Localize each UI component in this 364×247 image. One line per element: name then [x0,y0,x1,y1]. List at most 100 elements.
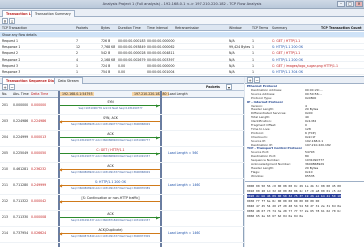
sequence-arrow[interactable] [60,169,160,170]
table-cell: Response 3 [2,69,21,74]
hex-row: 0020 dc b6 d6 09 00 50 3d 75 3f 19 d6 a1… [247,194,341,198]
sequence-arrow[interactable] [60,137,160,138]
row-divider [0,114,244,115]
hex-row: 0050 48 6f 73 74 3a 20 77 77 77 2e 65 78… [247,209,341,213]
table-cell: C: GET / HTTP/1.1 [272,38,301,43]
tab-transaction-summary[interactable]: Transaction Summary [31,10,75,17]
abs-time: 0.711280 [13,183,29,187]
arrow-detail: Seq=3600868929 Ack=1031091337 Next Seq=3… [71,171,150,174]
table-cell: 00:00:00.004811 [147,51,175,56]
table-row[interactable]: Request 1 7 726 B 00:00:00.000183 00:00:00.0… [0,38,364,44]
row-divider [0,194,244,195]
arrow-head-icon: ▶ [156,102,160,108]
decode-toolbar: + − [245,77,364,84]
tree-value: 65535 [305,173,315,178]
sequence-arrow[interactable] [60,105,160,106]
table-cell: 00:00:00.001004 [147,69,175,74]
abs-time: 0.224986 [13,119,29,123]
table-cell: 1 [76,63,79,68]
sequence-arrow[interactable] [60,201,160,202]
expand-icon[interactable]: + [247,77,253,83]
minimize-button[interactable]: – [337,1,345,7]
table-row[interactable]: Show any flow details [0,32,364,38]
arrow-detail: Seq=1031091337 Ack=3600871849 Next Seq=1… [71,219,150,222]
lower-area: Transaction Sequence Diagram Data Stream… [0,77,364,247]
table-cell: S: HTTP/1.1 304 OK [272,69,304,74]
maximize-button[interactable]: □ [346,1,354,7]
col-tcp-transaction[interactable]: TCP Transaction [2,26,27,30]
col-summary[interactable]: Summary [272,26,287,30]
window-title: Analysis Project 1 (Full analysis) - 192… [102,2,262,6]
tree-value: 197.210.220.182 [305,142,331,147]
col-transaction-count: TCP Transaction Count [321,26,362,30]
table-cell: S: HTTP/1.1 200 OK [272,57,304,62]
table-cell: 00:00:00.003397 [147,57,175,62]
table-row[interactable]: Response 3 1 754 B 0.00 00:00:00.001004 N/A 1 S… [0,69,364,75]
export-icon[interactable]: ⇩ [9,18,15,24]
row-divider [0,130,244,131]
row-divider [0,210,244,211]
arrow-head-icon: ◀ [59,118,63,124]
table-cell: N/A [229,38,235,43]
zoom-out-icon[interactable]: − [9,84,15,90]
arrow-head-icon: ◀ [59,198,63,204]
table-cell: Response 1 [2,45,21,50]
delta-time: 0.000000 [31,103,47,107]
table-cell: 726 B [101,38,111,43]
col-retransmission[interactable]: Retransmission [175,26,199,30]
col-packets[interactable]: Packets [76,26,88,30]
col-bytes[interactable]: Bytes [101,26,110,30]
arrow-detail: Seq=3600868928 Ack=1031090777 Next Seq=3… [71,123,150,126]
hex-row: 0040 47 45 54 20 2f 20 48 54 54 50 2f 31… [247,204,341,208]
sequence-arrow[interactable] [60,233,160,234]
table-cell: 1 [76,69,79,74]
table-cell: 1 [252,69,255,74]
col-duration[interactable]: Duration Time [118,26,141,30]
packet-no: 204 [2,135,9,139]
transaction-table: TCP Transaction Packets Bytes Duration T… [0,25,364,77]
table-cell: Show any flow details [2,32,37,37]
load-length: Load Length = 560 [168,151,199,155]
close-button[interactable]: × [355,1,363,7]
col-tcp-terms[interactable]: TCP Terms [252,26,268,30]
abs-time: 0.711330 [13,215,29,219]
table-row[interactable]: Response 1 12 7,768 KB 00:00:00.093849 00:00… [0,44,364,50]
row-divider [0,178,244,179]
sequence-arrow[interactable] [60,121,160,122]
arrow-label: C: GET / HTTP/1.1 [96,148,125,152]
arrow-head-icon: ◀ [59,230,63,236]
sequence-header: No. Abs. Time Delta Time 192.168.0.1:547… [0,91,244,98]
hex-row: 0000 00 50 56 c0 00 08 00 0c 29 1a 2b 3c… [247,184,341,188]
table-cell: 1 [252,45,255,50]
table-row[interactable]: Request 2 2 542 B 00:00:00.000028 00:00:00.0… [0,51,364,57]
sequence-arrow[interactable] [60,217,160,218]
row-divider [0,162,244,163]
title-bar: Analysis Project 1 (Full analysis) - 192… [0,0,364,9]
delta-time: 0.000050 [31,151,47,155]
table-cell: S: HTTP/1.1 200 OK [272,45,304,50]
arrow-label: ACK [107,212,114,216]
sequence-arrow[interactable] [60,153,160,154]
delta-time: 0.236232 [31,167,47,171]
arrow-label: ACK [107,132,114,136]
dropdown-icon[interactable]: ▾ [226,84,232,90]
zoom-in-icon[interactable]: + [2,84,8,90]
table-cell: Request 3 [2,63,18,68]
table-row[interactable]: Request 3 1 724 B 0.00 00:00:00.000000 N/A 1 C:… [0,63,364,69]
tree-field[interactable]: Window: [251,174,264,178]
table-cell: 542 B [101,51,111,56]
table-row[interactable]: Response 2 4 2,168 KB 00:00:00.002679 00:00:… [0,57,364,63]
abs-time: 0.461281 [13,167,29,171]
packet-no: 212 [2,199,9,203]
col-window[interactable]: Window [229,26,242,30]
sequence-arrow[interactable] [60,185,160,186]
table-cell: 754 B [101,69,111,74]
filter-icon[interactable]: ⚲ [2,18,8,24]
row-divider [0,226,244,227]
tab-data-stream[interactable]: Data Stream [54,77,83,84]
collapse-icon[interactable]: − [254,77,260,83]
col-time-interval[interactable]: Time Interval [147,26,168,30]
decode-pane: + − Ethernet Protocol Destination Address… [245,77,364,247]
sequence-pane: Transaction Sequence Diagram Data Stream… [0,77,244,247]
hdr-abs-time: Abs. Time [13,92,29,96]
